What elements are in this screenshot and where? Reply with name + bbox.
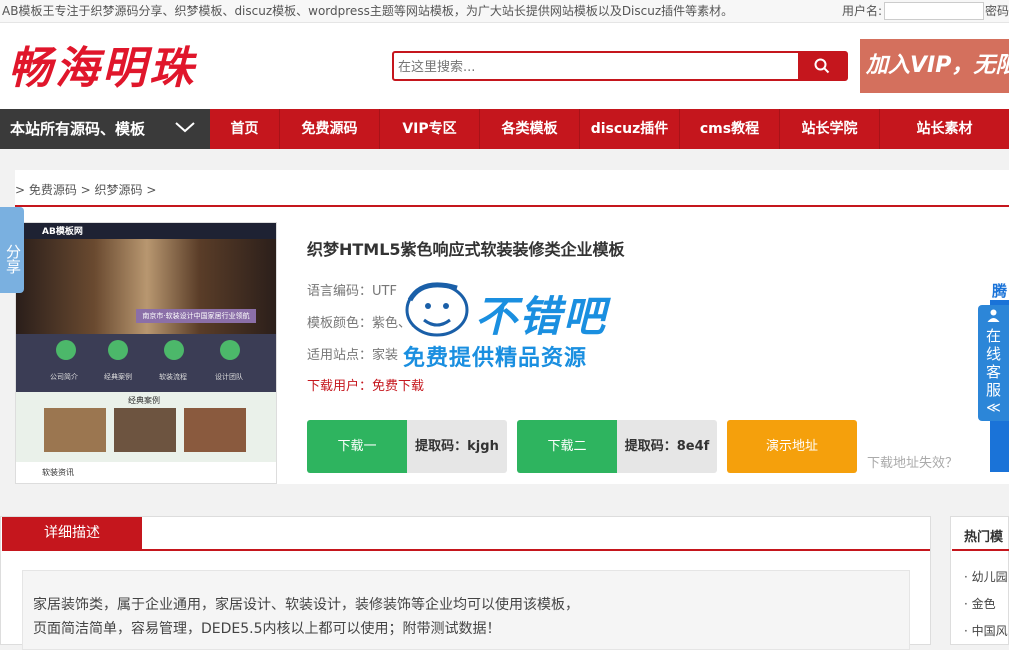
thumb-logo: AB模板网	[42, 227, 83, 237]
download-one-button[interactable]: 下载一 提取码：kjgh	[307, 420, 507, 473]
description-line-2: 页面简洁简单，容易管理，DEDE5.5内核以上都可以使用；附带测试数据！	[33, 621, 501, 637]
thumb-banner: 南京市·软装设计中国家居行业领航	[16, 239, 276, 334]
applicable-site: 适用站点：家装	[307, 348, 399, 363]
password-label: 密码	[985, 4, 1009, 18]
divider	[15, 205, 1009, 207]
thumb-icon-label: 公司简介	[50, 373, 78, 381]
breadcrumb[interactable]: > 免费源码 > 织梦源码 >	[15, 181, 156, 198]
hot-list-item[interactable]: · 幼儿园	[964, 568, 1008, 585]
username-input[interactable]	[884, 2, 984, 20]
template-thumbnail[interactable]: AB模板网 南京市·软装设计中国家居行业领航 公司简介 经典案例 软装流程 设计…	[15, 222, 277, 484]
nav-item-discuz[interactable]: discuz插件	[580, 109, 680, 149]
download-user: 下载用户：免费下载	[307, 379, 425, 394]
watermark-subtitle: 免费提供精品资源	[403, 346, 588, 371]
user-icon	[987, 309, 1000, 322]
download-two-label: 下载二	[517, 420, 617, 473]
thumb-news-title: 软装资讯	[42, 468, 74, 477]
share-tab[interactable]: 分享	[0, 207, 24, 293]
nav-item-academy[interactable]: 站长学院	[780, 109, 880, 149]
demo-button[interactable]: 演示地址	[727, 420, 857, 473]
download-two-button[interactable]: 下载二 提取码：8e4f	[517, 420, 717, 473]
thumb-banner-text: 南京市·软装设计中国家居行业领航	[136, 309, 256, 323]
nav-item-vip[interactable]: VIP专区	[380, 109, 480, 149]
right-ad-text: 腾	[990, 280, 1009, 300]
site-logo[interactable]: 畅海明珠	[8, 43, 196, 95]
extract-code-one: 提取码：kjgh	[407, 420, 507, 473]
vip-banner[interactable]: 加入VIP，无限	[860, 39, 1009, 93]
watermark-title: 不错吧	[475, 292, 608, 341]
thumb-icons-row: 公司简介 经典案例 软装流程 设计团队	[16, 334, 276, 392]
search-bar	[392, 51, 848, 81]
chevron-down-icon	[175, 122, 195, 133]
all-categories-label: 本站所有源码、模板	[10, 120, 146, 138]
hot-divider	[952, 549, 1009, 551]
extract-code-two: 提取码：8e4f	[617, 420, 717, 473]
hot-list-item[interactable]: · 金色	[964, 595, 996, 612]
search-button[interactable]	[798, 53, 846, 79]
product-title: 织梦HTML5紫色响应式软装装修类企业模板	[307, 240, 625, 259]
thumb-topnav: AB模板网	[16, 223, 276, 239]
all-categories-menu[interactable]: 本站所有源码、模板	[0, 109, 210, 149]
download-one-label: 下载一	[307, 420, 407, 473]
smiley-face-icon	[405, 282, 469, 337]
username-label: 用户名:	[842, 4, 883, 18]
search-icon	[814, 58, 830, 74]
tab-description[interactable]: 详细描述	[2, 517, 142, 550]
description-divider	[2, 549, 930, 551]
site-header: 畅海明珠 加入VIP，无限	[0, 23, 1009, 109]
thumb-cases-title: 经典案例	[128, 396, 160, 405]
thumb-icon-label: 设计团队	[215, 373, 243, 381]
hot-list-item[interactable]: · 中国风	[964, 622, 1008, 639]
thumb-icon-label: 软装流程	[159, 373, 187, 381]
search-input[interactable]	[396, 56, 790, 78]
thumb-icon-label: 经典案例	[104, 373, 132, 381]
invalid-link[interactable]: 下载地址失效？	[867, 452, 958, 471]
main-nav: 本站所有源码、模板 首页 免费源码 VIP专区 各类模板 discuz插件 cm…	[0, 109, 1009, 149]
online-service-label: 在线客服	[985, 327, 1001, 399]
top-bar: AB模板王专注于织梦源码分享、织梦模板、discuz模板、wordpress主题…	[0, 0, 1009, 23]
nav-item-assets[interactable]: 站长素材	[880, 109, 1009, 149]
nav-item-free-source[interactable]: 免费源码	[280, 109, 380, 149]
nav-item-cms[interactable]: cms教程	[680, 109, 780, 149]
description-line-1: 家居装饰类，属于企业通用，家居设计、软装设计，装修装饰等企业均可以使用该模板，	[33, 597, 579, 613]
site-notice: AB模板王专注于织梦源码分享、织梦模板、discuz模板、wordpress主题…	[2, 4, 734, 18]
language-encoding: 语言编码：UTF	[307, 284, 397, 299]
nav-item-templates[interactable]: 各类模板	[480, 109, 580, 149]
online-service-button[interactable]: 在线客服 ≪	[978, 305, 1009, 421]
double-chevron-left-icon: ≪	[986, 400, 1001, 416]
hot-templates-title: 热门模	[964, 530, 1004, 545]
nav-item-home[interactable]: 首页	[210, 109, 280, 149]
thumb-cases: 经典案例	[16, 392, 276, 462]
